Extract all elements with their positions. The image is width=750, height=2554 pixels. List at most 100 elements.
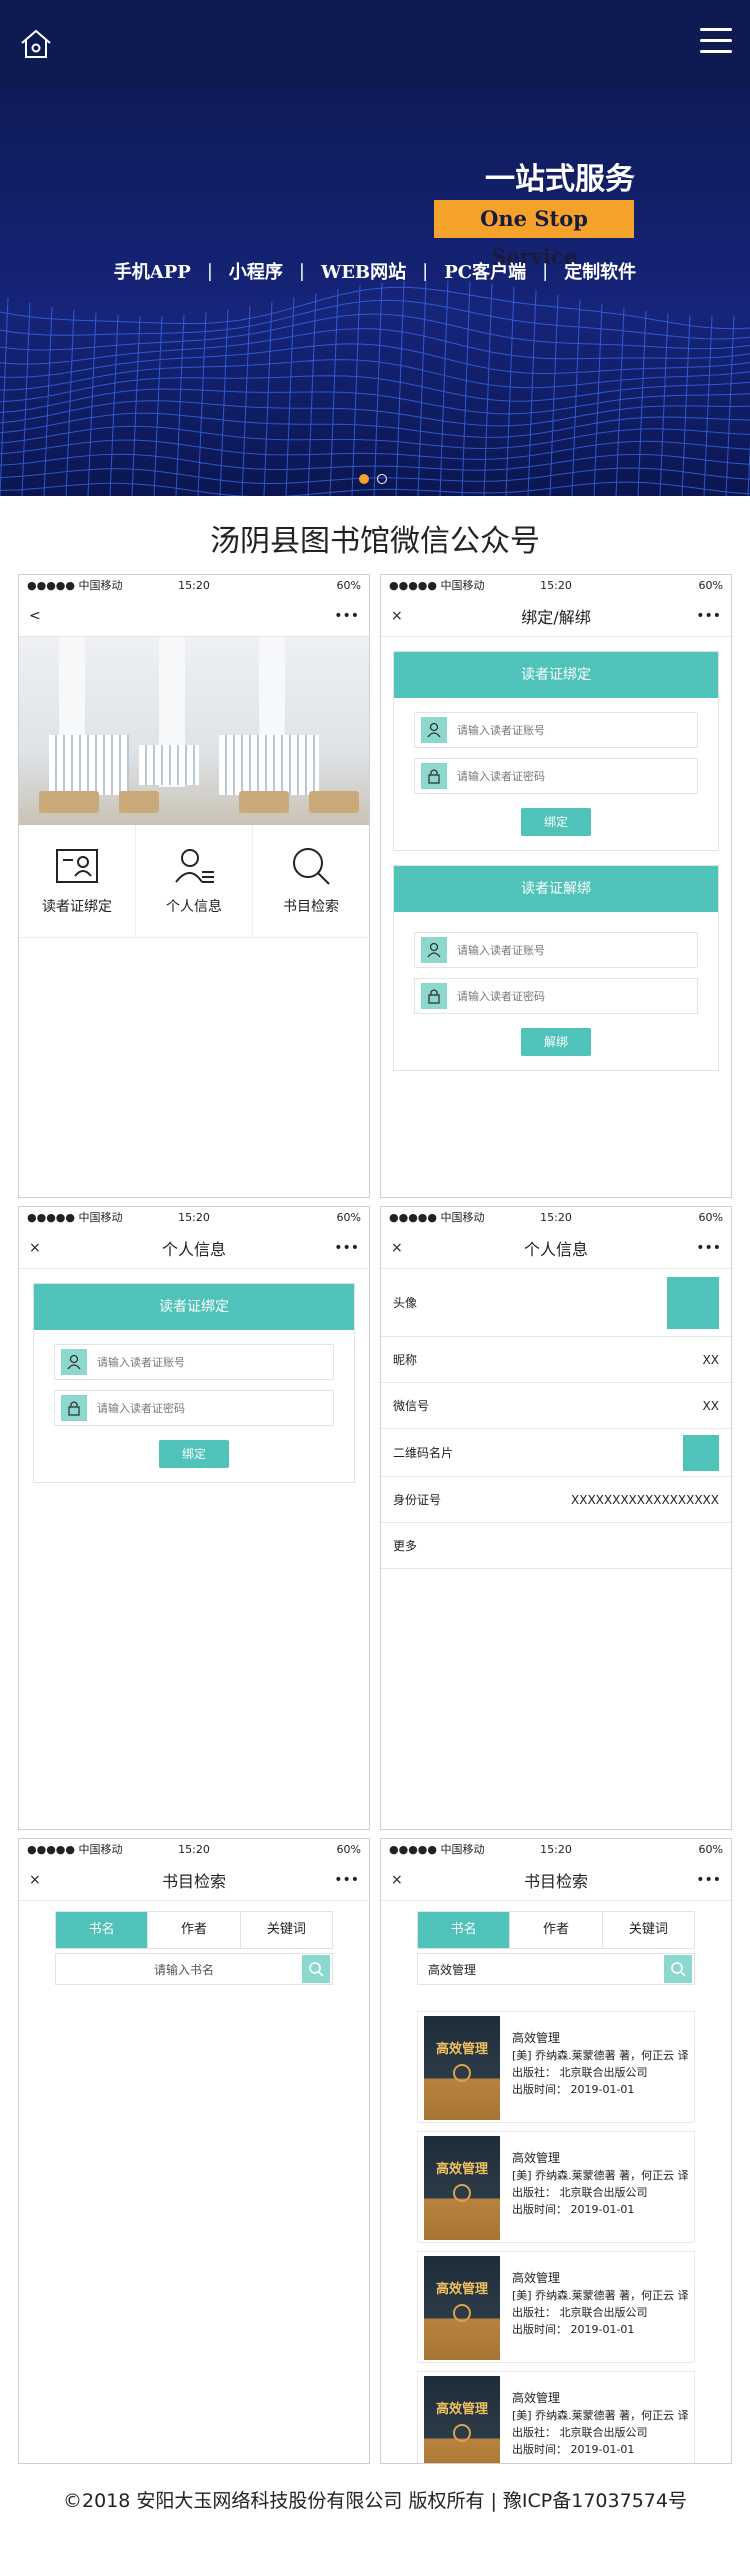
bind-card: 读者证绑定 请输入读者证账号 请输入读者证密码 绑定: [393, 651, 719, 851]
search-button[interactable]: [302, 1955, 330, 1983]
book-cover: 高效管理: [424, 2376, 500, 2463]
menu-personal-info[interactable]: 个人信息: [136, 825, 253, 937]
close-icon[interactable]: ×: [391, 1240, 403, 1256]
tab-author[interactable]: 作者: [510, 1912, 603, 1948]
page-title: 个人信息: [523, 1239, 588, 1259]
library-photo: [19, 637, 369, 825]
bind-card-header: 读者证绑定: [34, 1284, 354, 1330]
home-icon[interactable]: [18, 26, 54, 62]
unbind-button[interactable]: 解绑: [521, 1028, 591, 1056]
book-result[interactable]: 高效管理 高效管理 [美] 乔纳森.莱蒙德著 著，何正云 译出版社： 北京联合出版…: [417, 2131, 695, 2243]
book-publisher: 出版社： 北京联合出版公司: [512, 2066, 648, 2079]
bind-button[interactable]: 绑定: [521, 808, 591, 836]
phone-search: ●●●●● 中国移动 15:20 60% × 书目检索 ••• 书名 作者 关键词 请输…: [18, 1838, 370, 2464]
account-input[interactable]: 请输入读者证账号: [414, 712, 698, 748]
book-title: 高效管理: [512, 2151, 561, 2165]
search-bar: 高效管理: [417, 1953, 695, 1985]
phone-home: ●●●●● 中国移动 15:20 60% < ••• 读者证绑定 个人信息 书目检索: [18, 574, 370, 1198]
user-icon: [61, 1349, 87, 1375]
book-publisher: 出版社： 北京联合出版公司: [512, 2186, 648, 2199]
time-text: 15:20: [540, 1842, 572, 1856]
top-bar: [0, 0, 750, 88]
hamburger-menu-icon[interactable]: [700, 28, 732, 56]
book-cover: 高效管理: [424, 2256, 500, 2360]
carousel-dot-active[interactable]: [359, 474, 369, 484]
info-row-wechat[interactable]: 微信号 XX: [381, 1383, 731, 1429]
info-row-nickname[interactable]: 昵称 XX: [381, 1337, 731, 1383]
menu-book-search[interactable]: 书目检索: [253, 825, 369, 937]
service-list: 手机APP | 小程序 | WEB网站 | PC客户端 | 定制软件: [0, 258, 750, 284]
time-text: 15:20: [178, 1210, 210, 1224]
more-icon[interactable]: •••: [334, 608, 359, 624]
search-input[interactable]: 高效管理: [418, 1961, 664, 1978]
more-icon[interactable]: •••: [696, 1240, 721, 1256]
back-icon[interactable]: <: [29, 608, 41, 624]
menu-card-binding[interactable]: 读者证绑定: [19, 825, 136, 937]
password-input[interactable]: 请输入读者证密码: [414, 758, 698, 794]
section-title: 汤阴县图书馆微信公众号: [210, 524, 540, 559]
book-publisher: 出版社： 北京联合出版公司: [512, 2426, 648, 2439]
search-bar: 请输入书名: [55, 1953, 333, 1985]
info-list: 头像 昵称 XX 微信号 XX 二维码名片 身份证号 XXXXXXXXXXXXXXXX…: [381, 1269, 731, 1569]
search-button[interactable]: [664, 1955, 692, 1983]
avatar: [667, 1276, 719, 1329]
service-item: PC客户端: [444, 262, 527, 283]
page-title: 书目检索: [161, 1871, 226, 1891]
info-row-more[interactable]: 更多: [381, 1523, 731, 1569]
info-row-qrcode[interactable]: 二维码名片: [381, 1429, 731, 1477]
tab-author[interactable]: 作者: [148, 1912, 241, 1948]
info-row-avatar[interactable]: 头像: [381, 1269, 731, 1337]
bind-card: 读者证绑定 请输入读者证账号 请输入读者证密码 绑定: [33, 1283, 355, 1483]
bind-button[interactable]: 绑定: [159, 1440, 229, 1468]
close-icon[interactable]: ×: [391, 608, 403, 624]
carousel-dots[interactable]: [359, 474, 387, 484]
search-tabs: 书名 作者 关键词: [55, 1911, 333, 1949]
book-result[interactable]: 高效管理 高效管理 [美] 乔纳森.莱蒙德著 著，何正云 译出版社： 北京联合出版…: [417, 2371, 695, 2463]
page-title: 个人信息: [161, 1239, 226, 1259]
more-icon[interactable]: •••: [696, 608, 721, 624]
page-title: 绑定/解绑: [521, 607, 591, 627]
id-card-icon: [56, 849, 98, 883]
book-author: [美] 乔纳森.莱蒙德著 著，何正云 译: [512, 2169, 689, 2182]
tab-keyword[interactable]: 关键词: [603, 1912, 694, 1948]
close-icon[interactable]: ×: [29, 1872, 41, 1888]
time-text: 15:20: [540, 578, 572, 592]
info-row-idcard[interactable]: 身份证号 XXXXXXXXXXXXXXXXXX: [381, 1477, 731, 1523]
book-date: 出版时间： 2019-01-01: [512, 2203, 635, 2216]
tab-title[interactable]: 书名: [56, 1912, 149, 1948]
bind-card-header: 读者证绑定: [394, 652, 718, 698]
more-icon[interactable]: •••: [334, 1240, 359, 1256]
password-input[interactable]: 请输入读者证密码: [54, 1390, 334, 1426]
phone-bind: ●●●●● 中国移动 15:20 60% × 绑定/解绑 ••• 读者证绑定 请输入读者…: [380, 574, 732, 1198]
service-item: 定制软件: [564, 262, 637, 283]
search-tabs: 书名 作者 关键词: [417, 1911, 695, 1949]
search-input[interactable]: 请输入书名: [56, 1961, 302, 1978]
close-icon[interactable]: ×: [391, 1872, 403, 1888]
search-icon: [293, 848, 330, 885]
account-input[interactable]: 请输入读者证账号: [54, 1344, 334, 1380]
book-cover: 高效管理: [424, 2136, 500, 2240]
wave-mesh-graphic: [0, 279, 750, 496]
tab-keyword[interactable]: 关键词: [241, 1912, 332, 1948]
more-icon[interactable]: •••: [696, 1872, 721, 1888]
time-text: 15:20: [178, 1842, 210, 1856]
book-result[interactable]: 高效管理 高效管理 [美] 乔纳森.莱蒙德著 著，何正云 译出版社： 北京联合出版…: [417, 2011, 695, 2123]
lock-icon: [421, 983, 447, 1009]
carousel-dot[interactable]: [377, 474, 387, 484]
password-input[interactable]: 请输入读者证密码: [414, 978, 698, 1014]
book-date: 出版时间： 2019-01-01: [512, 2443, 635, 2456]
account-input[interactable]: 请输入读者证账号: [414, 932, 698, 968]
book-result[interactable]: 高效管理 高效管理 [美] 乔纳森.莱蒙德著 著，何正云 译出版社： 北京联合出版…: [417, 2251, 695, 2363]
menu-label: 读者证绑定: [42, 899, 112, 915]
close-icon[interactable]: ×: [29, 1240, 41, 1256]
tab-title[interactable]: 书名: [418, 1912, 511, 1948]
menu-label: 书目检索: [283, 899, 339, 915]
time-text: 15:20: [178, 578, 210, 592]
footer-copyright: ©2018 安阳大玉网络科技股份有限公司 版权所有 | 豫ICP备1703757…: [63, 2490, 687, 2512]
unbind-card-header: 读者证解绑: [394, 866, 718, 912]
slogan-chinese: 一站式服务: [485, 162, 635, 197]
user-icon: [421, 717, 447, 743]
more-icon[interactable]: •••: [334, 1872, 359, 1888]
book-title: 高效管理: [512, 2271, 561, 2285]
menu-label: 个人信息: [166, 899, 222, 915]
